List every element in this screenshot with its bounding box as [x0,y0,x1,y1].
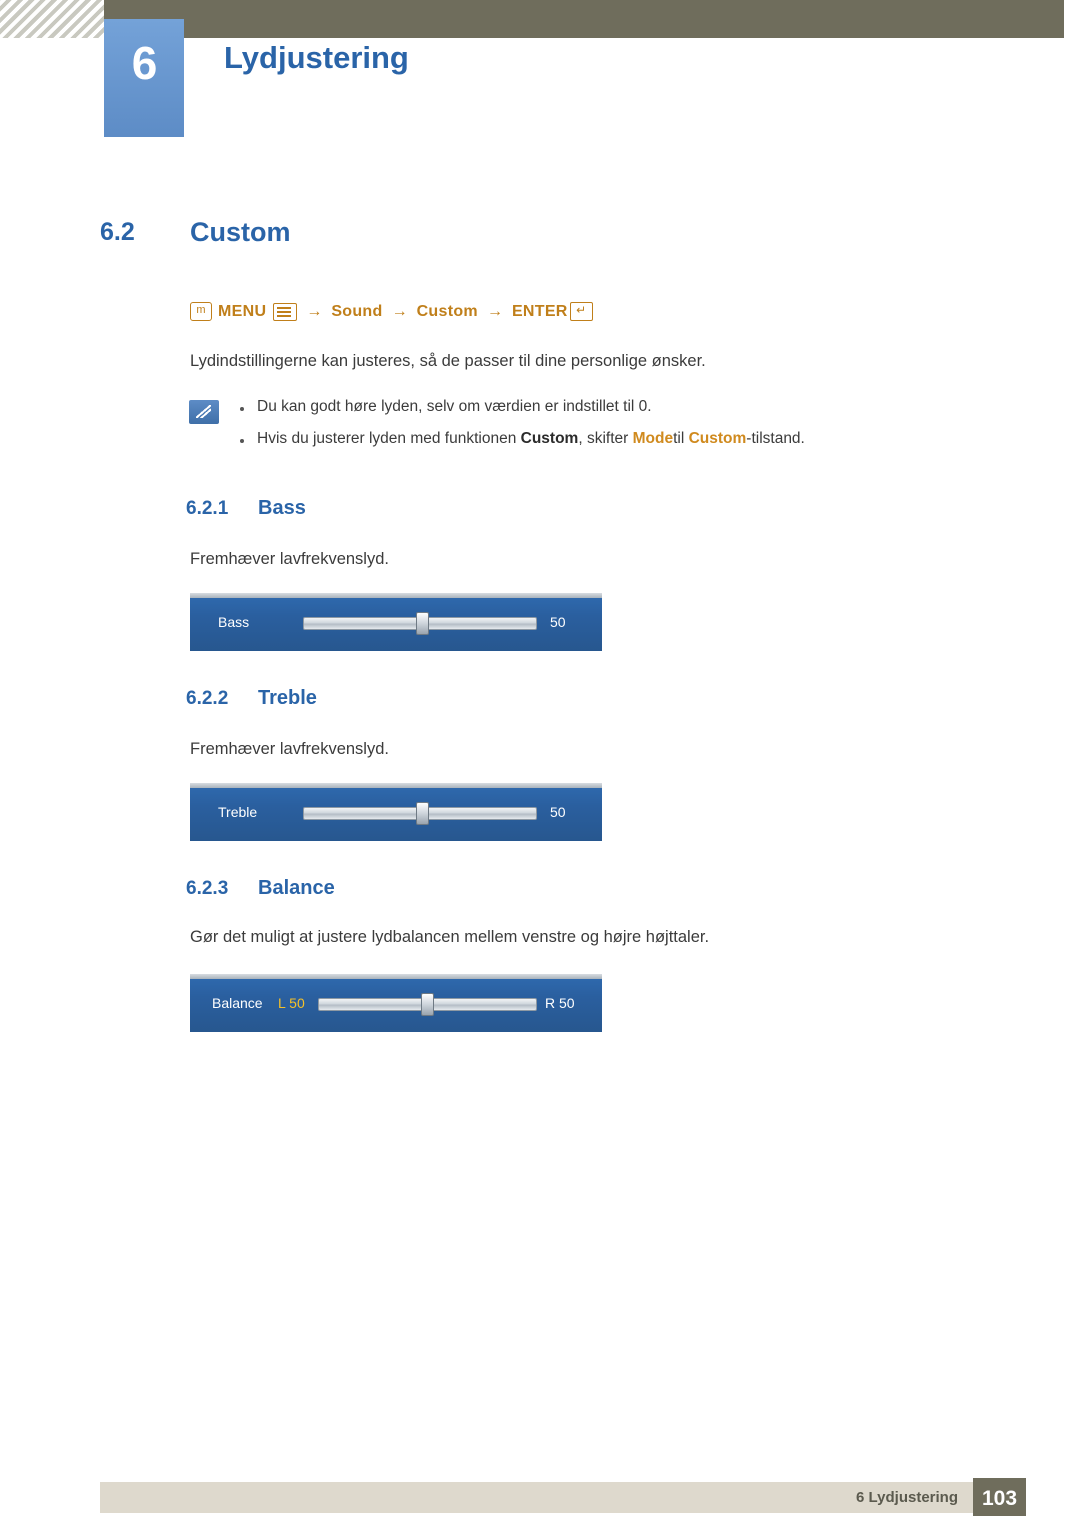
subsection-2-number: 6.2.2 [186,688,229,709]
osd-panel-treble: Treble 50 [190,783,602,841]
osd-value-treble: 50 [550,804,566,820]
osd-label-bass: Bass [218,614,250,630]
page-title: Custom [190,217,291,247]
arrow-icon-1: → [306,302,323,320]
note-icon [189,400,219,424]
bullet-icon [240,407,244,411]
note2-custom-1: Custom [520,430,579,447]
note2-part3: , skifter [578,430,633,447]
footer-text: 6 Lydjustering [856,1489,958,1506]
note-item-2: Hvis du justerer lyden med funktionen Cu… [240,430,1020,448]
subsection-3-description: Gør det muligt at justere lydbalancen me… [190,928,710,946]
subsection-1-title: Bass [258,497,306,519]
chapter-title: Lydjustering [224,40,409,75]
slider-knob-balance[interactable] [421,993,434,1016]
osd-value-bass: 50 [550,614,566,630]
subsection-1-number: 6.2.1 [186,498,229,519]
osd-panel-bass: Bass 50 [190,593,602,651]
arrow-icon-2: → [391,302,408,320]
menu-label: MENU [218,302,267,320]
page-number: 103 [981,1487,1018,1510]
enter-key-icon: ↵ [569,302,593,321]
sound-label: Sound [331,302,383,320]
header-bar [104,0,1064,38]
enter-label: ENTER [511,302,568,320]
m-glyph-icon: m [190,302,212,321]
subsection-2-description: Fremhæver lavfrekvenslyd. [190,740,389,758]
note2-part7: -tilstand. [746,430,805,447]
subsection-3-title: Balance [258,877,335,899]
note-item-1-text: Du kan godt høre lyden, selv om værdien … [257,398,652,415]
note2-mode: Mode [632,430,674,447]
slider-knob-bass[interactable] [416,612,429,635]
note2-part5: til [673,430,689,447]
osd-label-balance: Balance [212,995,263,1011]
section-number: 6.2 [100,218,135,246]
note-item-1: Du kan godt høre lyden, selv om værdien … [240,398,1020,416]
menu-path: m MENU → Sound → Custom → ENTER ↵ [190,302,593,321]
bullet-icon [240,439,244,443]
osd-panel-balance: Balance L 50 R 50 [190,974,602,1032]
note-item-2-text: Hvis du justerer lyden med funktionen Cu… [257,430,805,448]
note2-custom-2: Custom [688,430,747,447]
custom-label: Custom [416,302,478,320]
note2-part1: Hvis du justerer lyden med funktionen [257,430,521,447]
arrow-icon-3: → [486,302,503,320]
footer-bar [100,1482,980,1513]
intro-paragraph: Lydindstillingerne kan justeres, så de p… [190,352,706,370]
subsection-2-title: Treble [258,687,317,709]
osd-right-value-balance: R 50 [545,995,575,1011]
chapter-number: 6 [131,37,158,89]
slider-knob-treble[interactable] [416,802,429,825]
menu-hamburger-icon [273,302,298,321]
subsection-1-description: Fremhæver lavfrekvenslyd. [190,550,389,568]
osd-label-treble: Treble [218,804,258,820]
header-hatch-pattern [0,0,104,38]
subsection-3-number: 6.2.3 [186,878,229,899]
osd-left-value-balance: L 50 [278,995,305,1011]
